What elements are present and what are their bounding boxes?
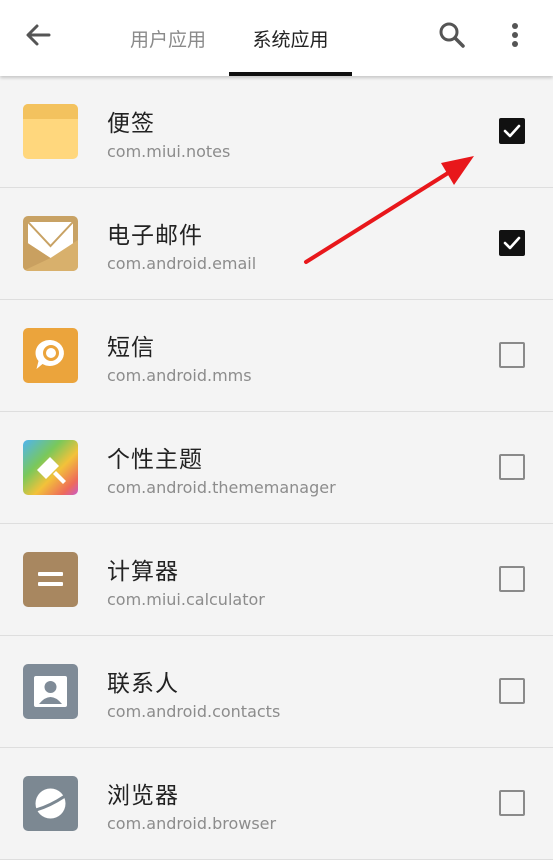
app-name: 浏览器 [107, 783, 179, 809]
search-icon [439, 22, 465, 48]
top-bar: 用户应用 系统应用 [0, 0, 553, 76]
notes-icon [23, 104, 78, 159]
app-package: com.android.email [107, 254, 257, 273]
app-list: 便签 com.miui.notes 电子邮件 com.android.email [0, 76, 553, 860]
app-name: 联系人 [107, 671, 179, 697]
select-checkbox[interactable] [499, 230, 525, 256]
checkmark-icon [503, 236, 521, 250]
email-icon [23, 216, 78, 271]
more-vert-icon [512, 23, 518, 47]
app-name: 短信 [107, 335, 155, 361]
app-row-mms[interactable]: 短信 com.android.mms [0, 300, 553, 412]
app-package: com.miui.notes [107, 142, 231, 161]
app-row-thememanager[interactable]: 个性主题 com.android.thememanager [0, 412, 553, 524]
back-button[interactable] [18, 16, 58, 56]
app-row-email[interactable]: 电子邮件 com.android.email [0, 188, 553, 300]
message-icon [23, 328, 78, 383]
select-checkbox[interactable] [499, 790, 525, 816]
select-checkbox[interactable] [499, 566, 525, 592]
app-name: 计算器 [107, 559, 179, 585]
active-tab-indicator [229, 72, 352, 76]
select-checkbox[interactable] [499, 454, 525, 480]
app-name: 个性主题 [107, 447, 203, 473]
app-row-contacts[interactable]: 联系人 com.android.contacts [0, 636, 553, 748]
app-package: com.android.mms [107, 366, 252, 385]
app-name: 便签 [107, 111, 155, 137]
browser-icon [23, 776, 78, 831]
app-row-browser[interactable]: 浏览器 com.android.browser [0, 748, 553, 860]
app-package: com.android.thememanager [107, 478, 336, 497]
app-package: com.miui.calculator [107, 590, 265, 609]
select-checkbox[interactable] [499, 678, 525, 704]
select-checkbox[interactable] [499, 342, 525, 368]
tab-system-apps[interactable]: 系统应用 [229, 0, 352, 76]
app-package: com.android.contacts [107, 702, 281, 721]
theme-icon [23, 440, 78, 495]
tab-user-apps[interactable]: 用户应用 [108, 0, 228, 76]
contacts-icon [23, 664, 78, 719]
more-options-button[interactable] [496, 16, 536, 56]
app-row-notes[interactable]: 便签 com.miui.notes [0, 76, 553, 188]
arrow-left-icon [26, 24, 51, 46]
app-row-calculator[interactable]: 计算器 com.miui.calculator [0, 524, 553, 636]
calculator-icon [23, 552, 78, 607]
checkmark-icon [503, 124, 521, 138]
search-button[interactable] [432, 16, 472, 56]
app-name: 电子邮件 [107, 223, 203, 249]
app-package: com.android.browser [107, 814, 277, 833]
select-checkbox[interactable] [499, 118, 525, 144]
